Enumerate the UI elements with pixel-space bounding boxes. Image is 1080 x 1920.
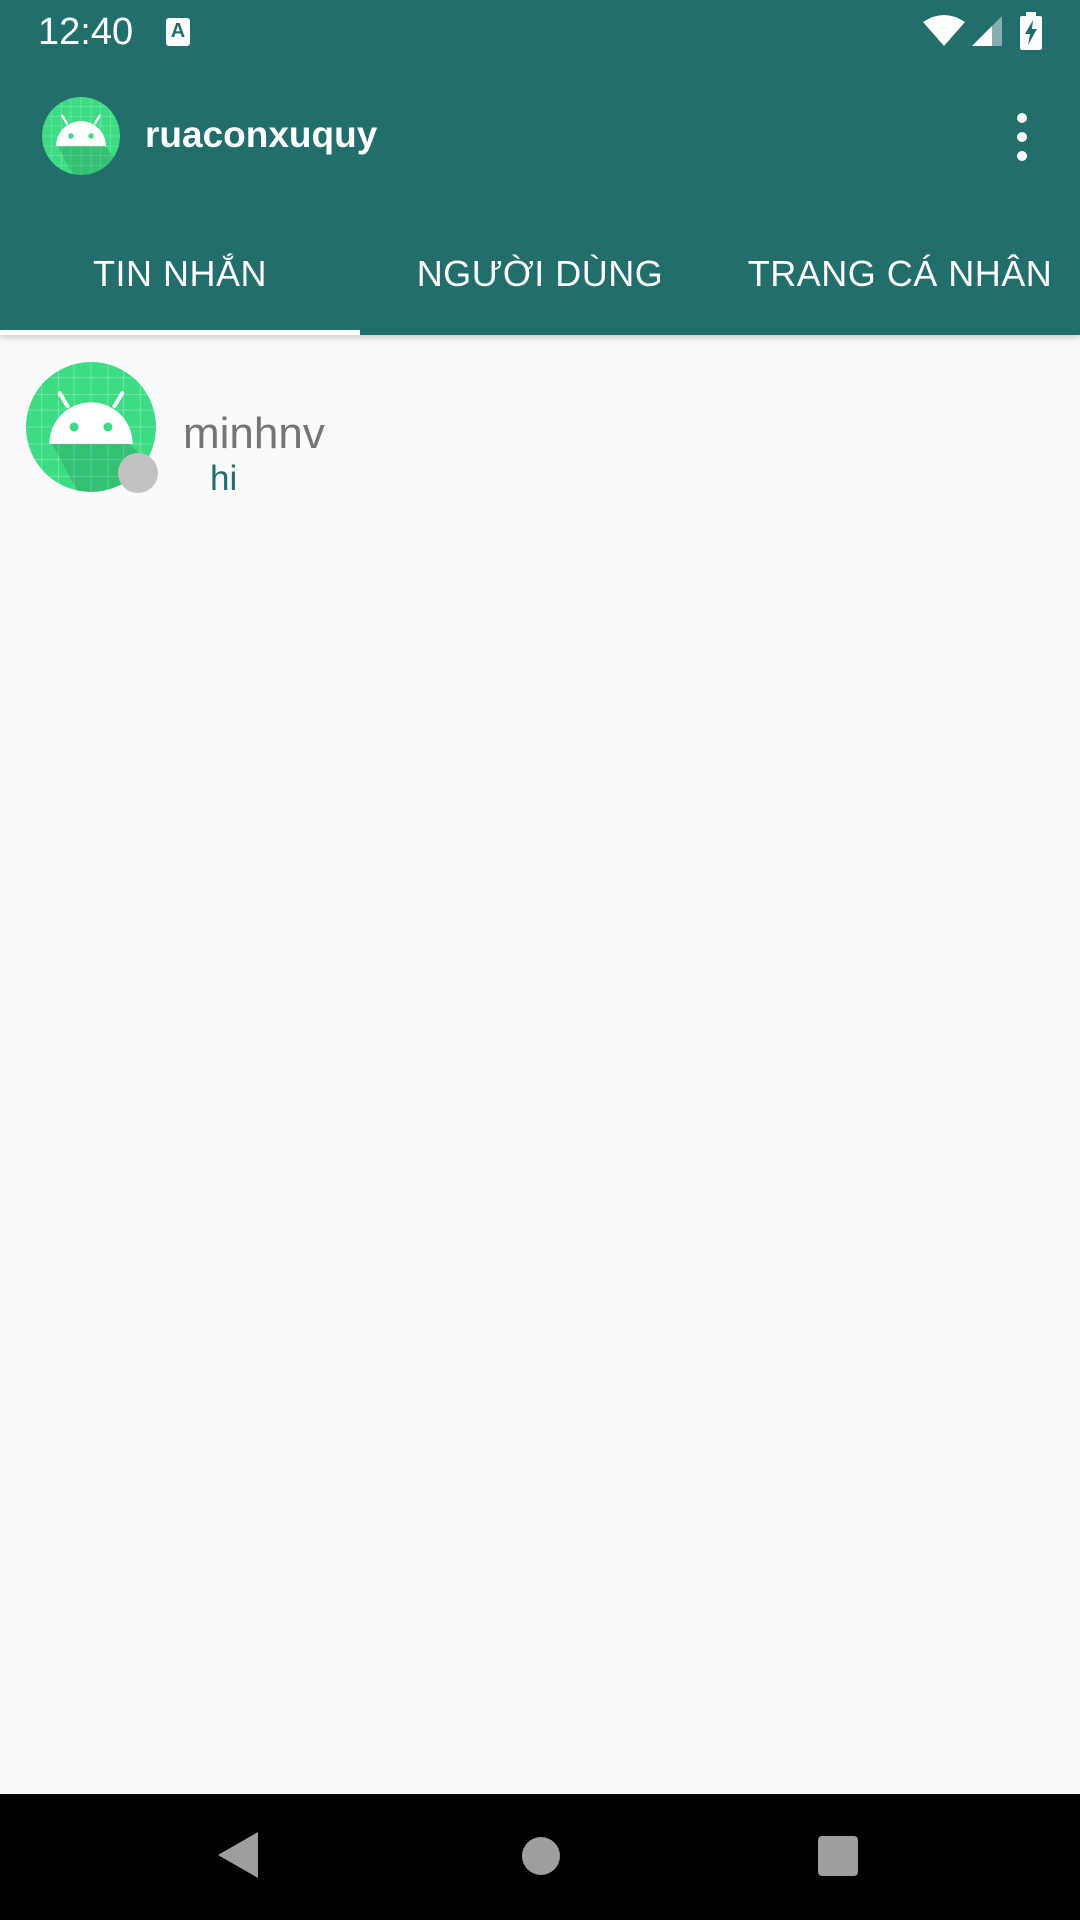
battery-charging-icon (1020, 12, 1042, 50)
chat-name: minhnv (183, 409, 325, 458)
chat-list: minhnv hi (0, 335, 1080, 498)
android-avatar-icon[interactable] (42, 97, 120, 175)
home-icon[interactable] (522, 1837, 560, 1875)
status-bar: 12:40 A (0, 0, 1080, 63)
app-title: ruaconxuquy (145, 114, 378, 155)
menu-dot (1017, 113, 1027, 123)
menu-dot (1017, 151, 1027, 161)
screen: 12:40 A ruaconxuquy TIN NHẮN NGƯỜI DÙNG … (0, 0, 1080, 1920)
offline-status-indicator (118, 453, 158, 493)
list-item[interactable]: minhnv hi (0, 335, 1080, 498)
recents-icon[interactable] (818, 1836, 858, 1876)
overflow-menu-icon[interactable] (1004, 111, 1040, 163)
app-bar: ruaconxuquy (0, 63, 1080, 209)
tab-tin-nhan[interactable]: TIN NHẮN (0, 209, 360, 335)
navigation-bar (0, 1794, 1080, 1920)
chat-last-message: hi (210, 459, 238, 498)
back-icon[interactable] (216, 1830, 260, 1880)
status-time: 12:40 (38, 11, 134, 53)
a-notification-icon: A (166, 18, 190, 46)
tab-nguoi-dung[interactable]: NGƯỜI DÙNG (360, 209, 720, 335)
signal-icon (972, 16, 1002, 46)
menu-dot (1017, 132, 1027, 142)
wifi-icon (923, 15, 965, 46)
tab-bar: TIN NHẮN NGƯỜI DÙNG TRANG CÁ NHÂN (0, 209, 1080, 335)
tab-trang-ca-nhan[interactable]: TRANG CÁ NHÂN (720, 209, 1080, 335)
